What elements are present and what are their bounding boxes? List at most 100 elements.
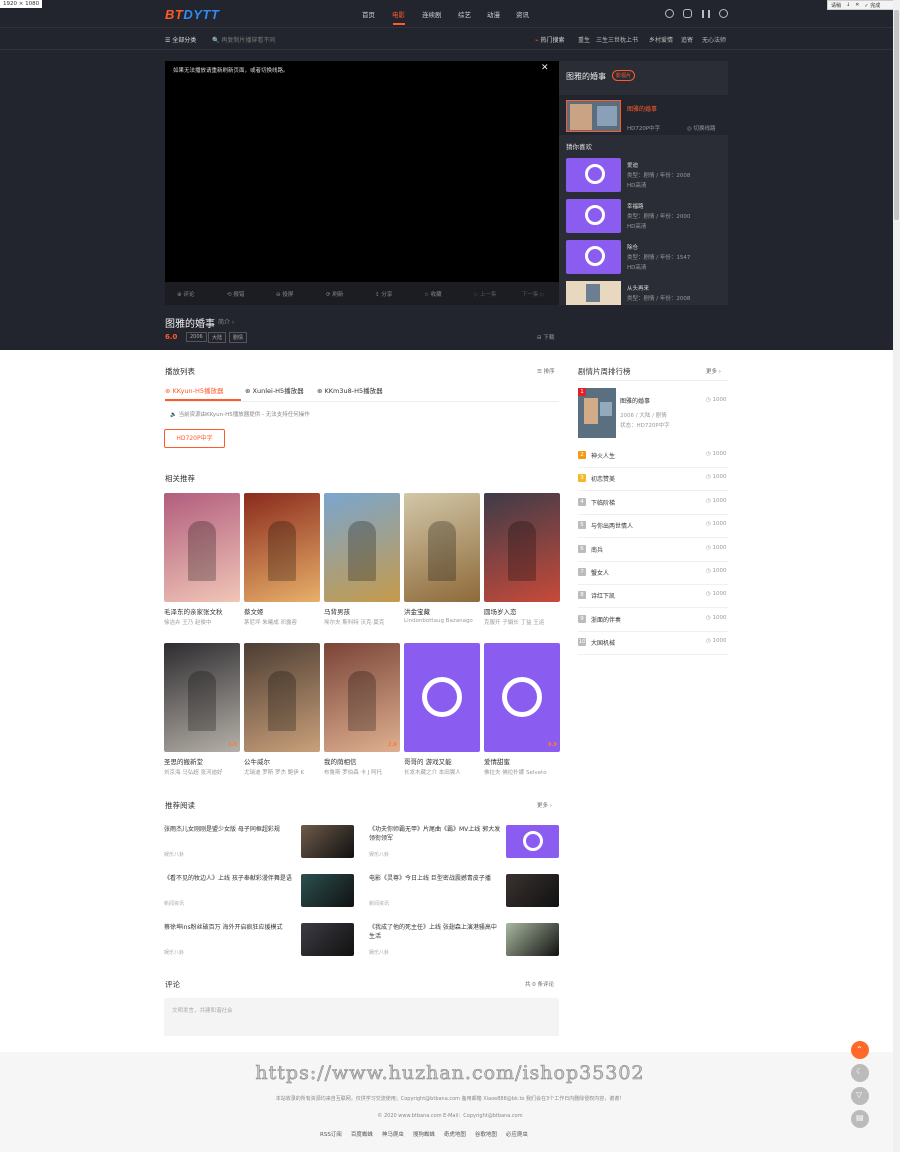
rank-title[interactable]: 南兵 <box>591 545 603 554</box>
comment-input[interactable]: 文明发言，共建和谐社会 <box>164 998 559 1036</box>
intro-link[interactable]: 简介 › <box>218 317 234 326</box>
guess-thumbnail[interactable] <box>566 240 621 274</box>
hot-item[interactable]: 重生 <box>578 35 590 44</box>
footer-link[interactable]: 谷歌地图 <box>475 1130 497 1138</box>
footer-link[interactable]: RSS订阅 <box>320 1130 342 1138</box>
nav-home[interactable]: 首页 <box>362 9 375 19</box>
rank-title[interactable]: 蟹女人 <box>591 568 609 577</box>
guess-title[interactable]: 从头再来 <box>627 284 649 292</box>
video-player[interactable]: 如果无法播放请重新刷新页面，或者切换线路。 ✕ <box>165 61 559 282</box>
footer-link[interactable]: 必应爬虫 <box>506 1130 528 1138</box>
switch-line-button[interactable]: ◎ 切换线路 <box>687 124 716 132</box>
episode-button[interactable]: HD720P中字 <box>164 429 225 448</box>
cast-button[interactable]: ⊖ 投屏 <box>276 290 293 298</box>
rank-first-title[interactable]: 图雅的婚事 <box>620 396 650 405</box>
user-icon[interactable] <box>719 9 728 18</box>
related-card[interactable]: 3.0 圣思的搬新堂 刘京海 马弘超 张河迪好 <box>164 643 240 783</box>
back-to-top-button[interactable]: ⌃ <box>851 1041 869 1059</box>
hot-item[interactable]: 追寄 <box>681 35 693 44</box>
reading-more-link[interactable]: 更多 › <box>537 801 552 809</box>
search-input[interactable]: 🔍 再复制片播穿看不同 <box>212 35 275 44</box>
nav-movie[interactable]: 电影 <box>392 9 405 19</box>
hot-item[interactable]: 乡村爱情 <box>649 35 673 44</box>
rank-title[interactable]: 与你出两世情人 <box>591 521 633 530</box>
article-thumbnail[interactable] <box>506 874 559 907</box>
ranking-more-link[interactable]: 更多 › <box>706 367 721 375</box>
hot-item[interactable]: 三生三世枕上书 <box>596 35 638 44</box>
guess-thumbnail[interactable] <box>566 199 621 233</box>
article-thumbnail[interactable] <box>301 923 354 956</box>
chart-icon[interactable] <box>702 10 710 18</box>
related-card-title[interactable]: 我的荫相信 <box>324 756 400 766</box>
nav-series[interactable]: 连续剧 <box>422 9 442 19</box>
prev-episode-button[interactable]: ▷ 上一集 <box>474 290 496 298</box>
share-button[interactable]: ⇪ 分享 <box>375 290 392 298</box>
related-card[interactable]: 哥哥的 游戏又能 长发木藏之介 本田翼人 <box>404 643 480 783</box>
footer-link[interactable]: 搜狗蜘蛛 <box>413 1130 435 1138</box>
guess-title[interactable]: 爱迪 <box>627 161 638 169</box>
related-card-title[interactable]: 公牛威尔 <box>244 756 320 766</box>
article-title[interactable]: 蔡徐坤ins粉丝破百万 海外开启疯狂应援模式 <box>164 923 296 932</box>
refresh-button[interactable]: ⟳ 刷新 <box>326 290 343 298</box>
footer-link[interactable]: 百度蜘蛛 <box>351 1130 373 1138</box>
all-categories-button[interactable]: ☰ 全部分类 <box>165 35 196 44</box>
rank-title[interactable]: 浙面的伴奏 <box>591 615 621 624</box>
guess-title[interactable]: 除仓 <box>627 243 638 251</box>
article-title[interactable]: 《看不见的牧边人》上线 孩子奉献彩漫伴舞是语 <box>164 874 296 883</box>
related-card-title[interactable]: 圣思的搬新堂 <box>164 756 240 766</box>
favorite-button[interactable]: ☆ 收藏 <box>424 290 442 298</box>
related-card-title[interactable]: 哥哥的 游戏又能 <box>404 756 480 766</box>
note-button[interactable]: ▤ <box>851 1110 869 1128</box>
dark-mode-button[interactable]: ☾ <box>851 1064 869 1082</box>
clock-icon[interactable] <box>665 9 674 18</box>
related-card[interactable]: 8.8 爱情甜蜜 佛拉夫 佛拉朴娜 Selveto <box>484 643 560 783</box>
nav-variety[interactable]: 综艺 <box>458 9 471 19</box>
hot-item[interactable]: 无心法师 <box>702 35 726 44</box>
next-episode-button[interactable]: 下一集 ▷ <box>522 290 544 298</box>
sort-button[interactable]: ☰ 排序 <box>537 367 555 375</box>
comment-button[interactable]: ⊕ 评论 <box>177 290 194 298</box>
related-card[interactable]: 2.0 我的荫相信 布鲁斯 罗伯森 卡 J 阿托 <box>324 643 400 783</box>
related-card[interactable]: 马背男孩 埃尔夫 斯科特 沃克·莫克 <box>324 493 400 633</box>
related-card[interactable]: 圆场岁入恋 克服开 子娟长 丁益 王运 <box>484 493 560 633</box>
related-card[interactable]: 公牛威尔 尤瑞迪 罗斯 罗杰 鲍伊 K <box>244 643 320 783</box>
guess-thumbnail[interactable] <box>566 281 621 305</box>
guess-thumbnail[interactable] <box>566 158 621 192</box>
article-thumbnail[interactable] <box>301 825 354 858</box>
related-card[interactable]: 蔡文姬 茅尼坪 朱曦成 邓露容 <box>244 493 320 633</box>
comment-icon[interactable] <box>683 9 692 18</box>
related-card-title[interactable]: 蔡文姬 <box>244 606 320 616</box>
article-title[interactable]: 《功夫你师霸无甲》片尾曲《霸》MV上线 郭大发领衔领军 <box>369 825 501 843</box>
article-title[interactable]: 电影《灵尊》今日上线 巨型密战震撼青皮子播 <box>369 874 501 883</box>
footer-link[interactable]: 神马爬虫 <box>382 1130 404 1138</box>
rank-title[interactable]: 下临阶梯 <box>591 498 615 507</box>
related-card-title[interactable]: 爱情甜蜜 <box>484 756 560 766</box>
nav-anime[interactable]: 动漫 <box>487 9 500 19</box>
logo[interactable]: BTDYTT <box>165 7 219 22</box>
report-button[interactable]: ⟲ 报错 <box>227 290 244 298</box>
source-tab-active[interactable]: ⊛ KKyun-H5播放器 <box>165 385 224 395</box>
rank-title[interactable]: 大国机械 <box>591 638 615 647</box>
scrollbar[interactable] <box>893 0 900 1152</box>
nav-news[interactable]: 资讯 <box>516 9 529 19</box>
article-thumbnail[interactable] <box>301 874 354 907</box>
guess-title[interactable]: 幸福路 <box>627 202 644 210</box>
related-card[interactable]: 洪金宝藏 Lindonbottaug Bazanago <box>404 493 480 633</box>
source-tab[interactable]: ⊛ Xunlei-H5播放器 <box>245 385 304 395</box>
related-card-title[interactable]: 圆场岁入恋 <box>484 606 560 616</box>
article-title[interactable]: 《我成了他的死主任》上线 张翅森上演港骚高中生活 <box>369 923 501 941</box>
related-card-title[interactable]: 马背男孩 <box>324 606 400 616</box>
related-card[interactable]: 毛泽东的亲家张文秋 徐洁卉 王乃 赵俊中 <box>164 493 240 633</box>
article-title[interactable]: 张雨杰儿女刚刚是盟少女版 母子同框超彩规 <box>164 825 296 834</box>
related-card-title[interactable]: 毛泽东的亲家张文秋 <box>164 606 240 616</box>
filter-button[interactable]: ▽ <box>851 1087 869 1105</box>
article-thumbnail[interactable] <box>506 825 559 858</box>
article-thumbnail[interactable] <box>506 923 559 956</box>
rank-title[interactable]: 诗红下凯 <box>591 591 615 600</box>
source-tab[interactable]: ⊛ KKm3u8-H5播放器 <box>317 385 383 395</box>
download-button[interactable]: ⊟ 下载 <box>537 333 554 341</box>
related-card-title[interactable]: 洪金宝藏 <box>404 606 480 616</box>
rank-title[interactable]: 神火人生 <box>591 451 615 460</box>
close-icon[interactable]: ✕ <box>541 63 549 73</box>
footer-link[interactable]: 奇虎地图 <box>444 1130 466 1138</box>
